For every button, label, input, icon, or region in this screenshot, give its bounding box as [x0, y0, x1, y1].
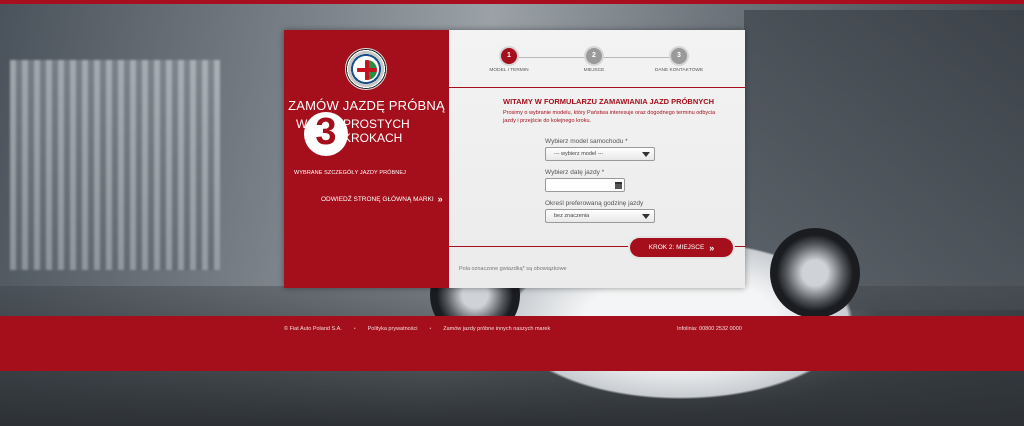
visit-brand-link-label: ODWIEDŹ STRONĘ GŁÓWNĄ MARKI: [321, 195, 434, 203]
step-circle: 3: [671, 48, 687, 64]
footer-infolinia: Infolinia: 00800 2532 0000: [677, 326, 742, 332]
footer-bullet: •: [429, 326, 432, 332]
date-input[interactable]: [545, 178, 625, 192]
right-column: 1 MODEL I TERMIN 2 MIEJSCE 3 DANE KONTAK…: [449, 30, 745, 288]
time-select-value: bez znaczenia: [554, 213, 590, 219]
visit-brand-link[interactable]: ODWIEDŹ STRONĘ GŁÓWNĄ MARKI »: [321, 194, 443, 204]
test-drive-form: Wybierz model samochodu * --- wybierz mo…: [545, 138, 657, 231]
date-label: Wybierz datę jazdy *: [545, 169, 605, 176]
headline-line2: PROSTYCH KROKACH: [343, 117, 410, 145]
form-title: WITAMY W FORMULARZU ZAMAWIANIA JAZD PRÓB…: [503, 97, 715, 106]
footer-other-brands-link[interactable]: Zamów jazdy próbne innych naszych marek: [443, 326, 550, 332]
required-fields-note: Pola oznaczone gwiazdką* są obowiązkowe: [459, 266, 567, 272]
footer-links: © Fiat Auto Poland S.A. • Polityka prywa…: [284, 326, 550, 332]
chevron-down-icon: [642, 214, 650, 219]
headline-w: W: [296, 117, 308, 131]
double-chevron-right-icon: »: [437, 194, 443, 204]
step-1: 1 MODEL I TERMIN: [479, 48, 539, 73]
chevron-down-icon: [642, 152, 650, 157]
big-number: 3: [315, 111, 337, 153]
next-step-button-label: KROK 2: MIEJSCE: [648, 244, 705, 251]
test-drive-panel: ZAMÓW JAZDĘ PRÓBNĄ 3 W PROSTYCH KROKACH …: [284, 30, 745, 288]
calendar-icon[interactable]: [615, 182, 622, 189]
footer: © Fiat Auto Poland S.A. • Polityka prywa…: [0, 316, 1024, 371]
background-building-left: [10, 60, 220, 270]
step-label: MODEL I TERMIN: [489, 68, 529, 73]
brand-logo-emblem: [357, 60, 377, 80]
footer-copyright: © Fiat Auto Poland S.A.: [284, 326, 342, 332]
left-column: ZAMÓW JAZDĘ PRÓBNĄ 3 W PROSTYCH KROKACH …: [284, 30, 449, 288]
next-step-button[interactable]: KROK 2: MIEJSCE »: [630, 238, 733, 257]
form-intro: Prosimy o wybranie modelu, który Państwa…: [503, 110, 716, 124]
step-progress: 1 MODEL I TERMIN 2 MIEJSCE 3 DANE KONTAK…: [449, 30, 745, 88]
footer-privacy-link[interactable]: Polityka prywatności: [368, 326, 418, 332]
model-select[interactable]: --- wybierz model ---: [545, 147, 655, 161]
model-label: Wybierz model samochodu *: [545, 138, 628, 145]
top-strip: [0, 0, 1024, 4]
model-select-value: --- wybierz model ---: [554, 151, 604, 157]
headline-line1: ZAMÓW JAZDĘ PRÓBNĄ: [288, 98, 445, 113]
time-select[interactable]: bez znaczenia: [545, 209, 655, 223]
step-circle: 1: [501, 48, 517, 64]
brand-logo[interactable]: [345, 48, 387, 90]
footer-bullet: •: [353, 326, 356, 332]
step-2: 2 MIEJSCE: [564, 48, 624, 73]
double-chevron-right-icon: »: [709, 242, 715, 253]
step-3: 3 DANE KONTAKTOWE: [649, 48, 709, 73]
time-label: Określ preferowaną godzinę jazdy: [545, 200, 644, 207]
step-circle: 2: [586, 48, 602, 64]
selected-details-heading: WYBRANE SZCZEGÓŁY JAZDY PRÓBNEJ: [294, 170, 407, 176]
background-car-wheel: [770, 228, 860, 318]
step-label: MIEJSCE: [583, 68, 605, 73]
step-label: DANE KONTAKTOWE: [654, 68, 704, 73]
